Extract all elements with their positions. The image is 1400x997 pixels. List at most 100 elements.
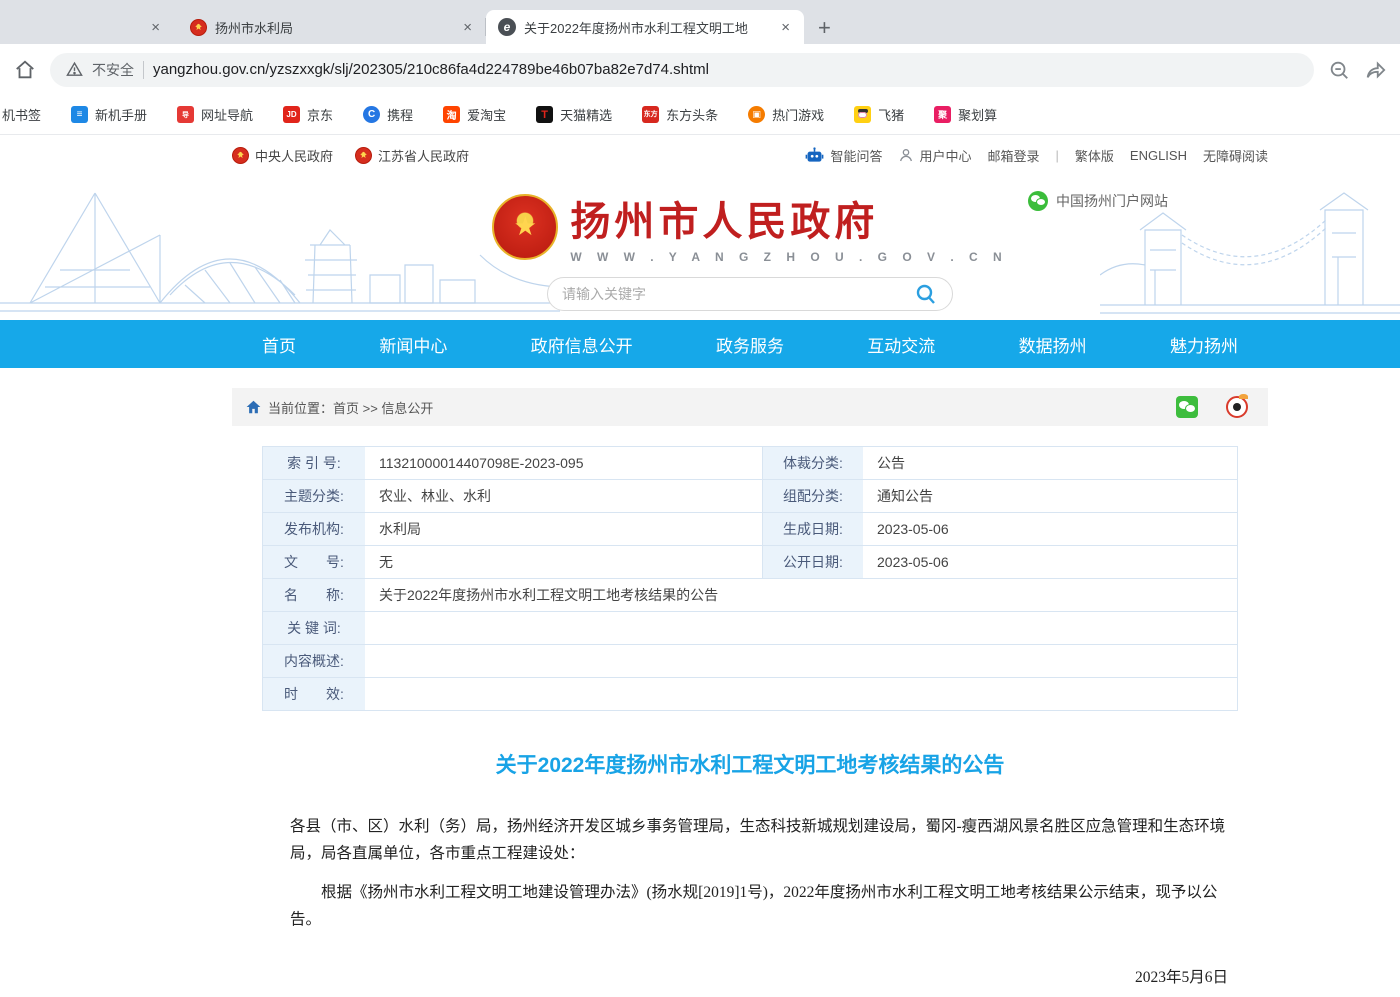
smart-qa-link[interactable]: 智能问答 [805, 146, 882, 165]
meta-value [365, 645, 1237, 677]
bookmarks-bar: 机书签 ≡新机手册 导网址导航 JD京东 C携程 淘爱淘宝 T天猫精选 东方东方… [0, 95, 1400, 135]
fliggy-icon [854, 106, 871, 123]
tmall-icon: T [536, 106, 553, 123]
url-text[interactable]: yangzhou.gov.cn/yzszxxgk/slj/202305/210c… [153, 61, 709, 78]
bookmark-fliggy[interactable]: 飞猪 [854, 105, 904, 124]
english-link[interactable]: ENGLISH [1130, 148, 1187, 163]
security-label: 不安全 [92, 60, 134, 80]
nav-home[interactable]: 首页 [262, 332, 296, 357]
tab-shuiliju[interactable]: ★ 扬州市水利局 × [178, 10, 486, 44]
meta-label: 时 效: [263, 678, 365, 710]
traditional-link[interactable]: 繁体版 [1075, 146, 1114, 165]
breadcrumb: 当前位置：首页 >> 信息公开 [232, 388, 1268, 426]
content-area: 当前位置：首页 >> 信息公开 索 引 号: 11321000014407098… [232, 388, 1268, 997]
meta-label: 索 引 号: [263, 447, 365, 479]
article-paragraph: 各县（市、区）水利（务）局，扬州经济开发区城乡事务管理局，生态科技新城规划建设局… [290, 813, 1228, 867]
table-row: 索 引 号: 11321000014407098E-2023-095 体裁分类:… [263, 447, 1237, 480]
table-row: 名 称: 关于2022年度扬州市水利工程文明工地考核结果的公告 [263, 579, 1237, 612]
nav-data[interactable]: 数据扬州 [1019, 332, 1087, 357]
breadcrumb-text[interactable]: 当前位置：首页 >> 信息公开 [268, 398, 433, 417]
article: 关于2022年度扬州市水利工程文明工地考核结果的公告 各县（市、区）水利（务）局… [232, 749, 1268, 997]
bookmark-tmall[interactable]: T天猫精选 [536, 105, 612, 124]
national-emblem-icon: ★ [492, 194, 558, 260]
main-nav: 首页 新闻中心 政府信息公开 政务服务 互动交流 数据扬州 魅力扬州 [0, 320, 1400, 368]
bookmark-jd[interactable]: JD京东 [283, 105, 333, 124]
meta-value: 公告 [863, 447, 1237, 479]
meta-label: 名 称: [263, 579, 365, 611]
juhuasuan-icon: 聚 [934, 106, 951, 123]
divider [143, 61, 144, 79]
link-jiangsu-gov[interactable]: ★ 江苏省人民政府 [355, 146, 469, 165]
search-input[interactable] [562, 286, 914, 302]
bookmark-dongfangtoutiao[interactable]: 东方东方头条 [642, 105, 718, 124]
meta-value [365, 612, 1237, 644]
article-title: 关于2022年度扬州市水利工程文明工地考核结果的公告 [232, 749, 1268, 779]
taobao-icon: 淘 [443, 106, 460, 123]
weibo-share-icon[interactable] [1226, 396, 1248, 418]
meta-label: 发布机构: [263, 513, 365, 545]
bookmark-aitaobao[interactable]: 淘爱淘宝 [443, 105, 506, 124]
meta-value: 关于2022年度扬州市水利工程文明工地考核结果的公告 [365, 579, 1237, 611]
site-title: 扬州市人民政府 [570, 189, 1007, 247]
bookmark-ctrip[interactable]: C携程 [363, 105, 413, 124]
link-central-gov[interactable]: ★ 中央人民政府 [232, 146, 333, 165]
tab-partial[interactable]: × [0, 10, 178, 44]
wechat-share-icon[interactable] [1176, 396, 1198, 418]
document-meta-table: 索 引 号: 11321000014407098E-2023-095 体裁分类:… [262, 446, 1238, 711]
close-icon[interactable]: × [147, 19, 164, 36]
zoom-out-icon[interactable] [1328, 59, 1350, 81]
bookmark-games[interactable]: ▣热门游戏 [748, 105, 824, 124]
tab-title: 关于2022年度扬州市水利工程文明工地 [524, 18, 769, 37]
nav-interaction[interactable]: 互动交流 [867, 332, 935, 357]
meta-value [365, 678, 1237, 710]
bookmark-wangzhidaohang[interactable]: 导网址导航 [177, 105, 253, 124]
portal-link[interactable]: 中国扬州门户网站 [1028, 191, 1168, 211]
nav-services[interactable]: 政务服务 [716, 332, 784, 357]
home-icon[interactable] [246, 400, 261, 414]
nav-news[interactable]: 新闻中心 [379, 332, 447, 357]
emblem-icon: ★ [232, 147, 249, 164]
emblem-favicon-icon: ★ [190, 19, 207, 36]
meta-value: 无 [365, 546, 763, 578]
table-row: 文 号: 无 公开日期: 2023-05-06 [263, 546, 1237, 579]
accessibility-link[interactable]: 无障碍阅读 [1203, 146, 1268, 165]
site-banner: ★ 扬州市人民政府 W W W . Y A N G Z H O U . G O … [0, 175, 1400, 320]
meta-label: 公开日期: [763, 546, 863, 578]
article-paragraph: 根据《扬州市水利工程文明工地建设管理办法》(扬水规[2019]1号)，2022年… [290, 879, 1228, 933]
meta-value: 农业、林业、水利 [365, 480, 763, 512]
share-icon[interactable] [1364, 59, 1386, 81]
table-row: 内容概述: [263, 645, 1237, 678]
warning-icon [66, 61, 83, 78]
table-row: 发布机构: 水利局 生成日期: 2023-05-06 [263, 513, 1237, 546]
wechat-icon [1028, 191, 1048, 211]
bookmark-partial[interactable]: 机书签 [2, 105, 41, 124]
mail-login-link[interactable]: 邮箱登录 [987, 146, 1039, 165]
close-icon[interactable]: × [777, 19, 794, 36]
bookmark-juhuasuan[interactable]: 聚聚划算 [934, 105, 997, 124]
table-row: 关 键 词: [263, 612, 1237, 645]
address-bar[interactable]: 不安全 yangzhou.gov.cn/yzszxxgk/slj/202305/… [50, 53, 1314, 87]
nav-site-icon: 导 [177, 106, 194, 123]
nav-info-disclosure[interactable]: 政府信息公开 [531, 332, 633, 357]
utility-bar: ★ 中央人民政府 ★ 江苏省人民政府 智能问答 用户中心 邮箱登录 | 繁体版 … [0, 135, 1400, 175]
browser-tab-strip: × ★ 扬州市水利局 × e 关于2022年度扬州市水利工程文明工地 × + [0, 0, 1400, 44]
site-favicon-icon: e [498, 18, 516, 36]
table-row: 时 效: [263, 678, 1237, 711]
home-icon[interactable] [14, 59, 36, 81]
ctrip-icon: C [363, 106, 380, 123]
tab-announcement-active[interactable]: e 关于2022年度扬州市水利工程文明工地 × [486, 10, 804, 44]
user-center-link[interactable]: 用户中心 [898, 146, 971, 165]
new-tab-button[interactable]: + [818, 18, 831, 38]
search-icon[interactable] [914, 282, 938, 306]
close-icon[interactable]: × [459, 19, 476, 36]
nav-charm[interactable]: 魅力扬州 [1170, 332, 1238, 357]
site-search [547, 277, 953, 311]
table-row: 主题分类: 农业、林业、水利 组配分类: 通知公告 [263, 480, 1237, 513]
meta-label: 内容概述: [263, 645, 365, 677]
dongfang-icon: 东方 [642, 106, 659, 123]
browser-toolbar: 不安全 yangzhou.gov.cn/yzszxxgk/slj/202305/… [0, 44, 1400, 95]
meta-label: 文 号: [263, 546, 365, 578]
meta-value: 2023-05-06 [863, 546, 1237, 578]
tab-title: 扬州市水利局 [215, 18, 451, 37]
bookmark-xinjishouce[interactable]: ≡新机手册 [71, 105, 147, 124]
